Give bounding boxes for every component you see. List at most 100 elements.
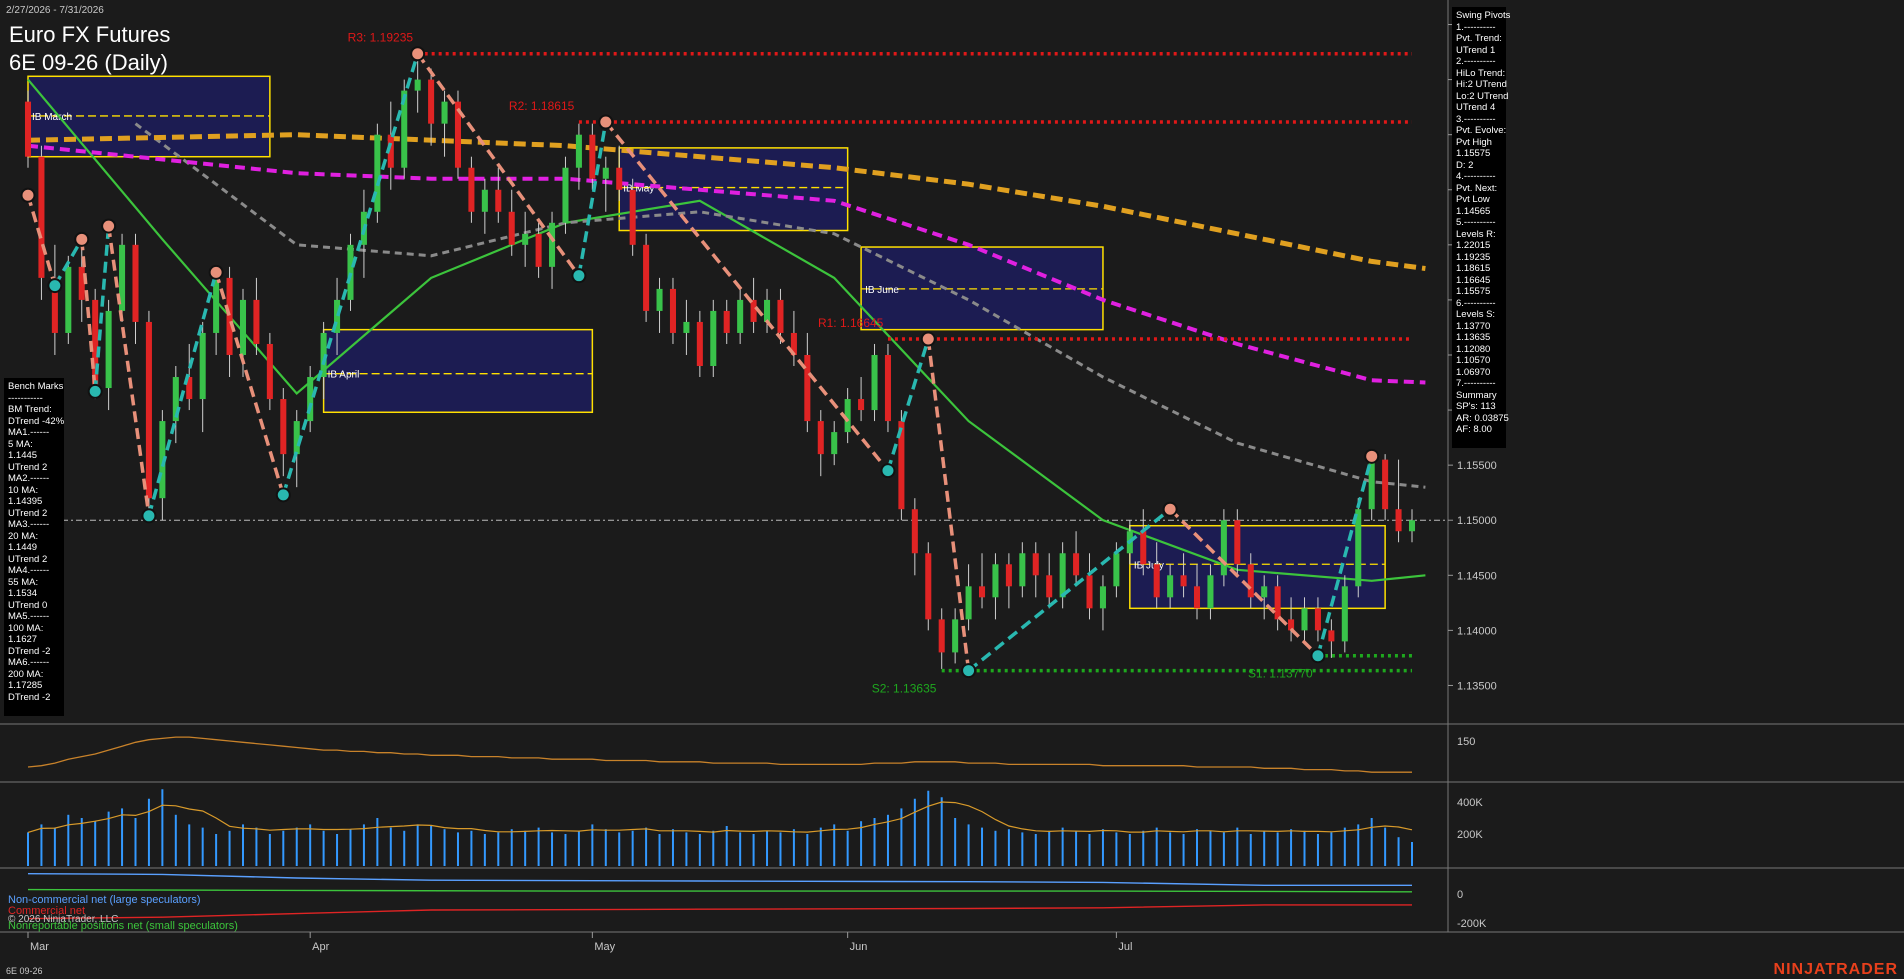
candle-body	[522, 233, 529, 245]
candle-body	[481, 189, 488, 212]
candle-body	[777, 299, 784, 333]
candle-body	[239, 299, 247, 355]
candle-body	[199, 332, 206, 400]
candle-body	[1073, 553, 1080, 576]
candle-body	[978, 586, 986, 598]
pivot-level-label: R1: 1.16645	[818, 316, 884, 330]
swing-pivot-marker	[880, 463, 896, 479]
candle-body	[1019, 553, 1026, 587]
swing-pivot-marker	[47, 278, 63, 294]
pivot-level-label: R2: 1.18615	[509, 99, 575, 113]
candle-body	[1005, 564, 1012, 587]
candle-body	[562, 167, 569, 223]
candle-body	[280, 399, 287, 455]
candle-body	[293, 421, 300, 455]
swing-pivot-marker	[598, 114, 614, 130]
price-chart[interactable]: IB MarchIB AprilIB MayIB JuneIB July R3:…	[0, 0, 1904, 979]
ib-box-label: IB June	[865, 285, 899, 296]
candle-body	[1046, 575, 1053, 598]
swing-pivot-marker	[101, 218, 117, 234]
pivot-level-label: S2: 1.13635	[872, 682, 937, 696]
candle-body	[817, 421, 824, 455]
candle-body	[1220, 520, 1227, 576]
swing-pivot-marker	[1162, 501, 1178, 517]
swing-pivot-marker	[74, 231, 90, 247]
candle-body	[549, 222, 556, 267]
x-tick-label: Jul	[1118, 941, 1132, 953]
candle-body	[669, 288, 676, 333]
cot-tick-label: 0	[1457, 889, 1463, 901]
candle-body	[1408, 520, 1416, 532]
candle-body	[1180, 575, 1187, 587]
x-tick-label: May	[594, 941, 615, 953]
candle-body	[495, 189, 502, 212]
benchmarks-panel: Bench Marks ----------- BM Trend: DTrend…	[4, 378, 64, 716]
y-tick-label: 1.15500	[1457, 460, 1497, 472]
candle-body	[226, 277, 233, 355]
swing-pivot-marker	[20, 187, 36, 203]
candle-body	[105, 310, 112, 389]
candle-body	[38, 156, 45, 278]
candle-body	[589, 134, 596, 179]
candle-body	[78, 266, 85, 300]
candle-body	[1395, 509, 1402, 532]
y-tick-label: 1.15000	[1457, 515, 1497, 527]
ib-box-label: IB April	[328, 370, 360, 381]
candle-body	[575, 134, 582, 168]
swing-pivot-marker	[920, 331, 936, 347]
candle-body	[683, 321, 690, 333]
candle-body	[911, 509, 918, 554]
candle-body	[737, 299, 744, 333]
candle-body	[643, 244, 650, 311]
candle-body	[804, 354, 811, 422]
candle-body	[468, 167, 475, 212]
volume-tick-label: 400K	[1457, 797, 1483, 809]
candle-body	[1113, 553, 1120, 587]
pivot-level-label: S1: 1.13770	[1248, 667, 1313, 681]
cot-tick-label: -200K	[1457, 918, 1487, 930]
legend-nonreportable: Nonreportable positions net (small specu…	[8, 920, 238, 932]
candle-body	[65, 266, 72, 333]
candle-body	[535, 233, 542, 267]
swing-pivot-marker	[275, 487, 291, 503]
ib-box	[322, 328, 594, 414]
candle-body	[656, 288, 663, 311]
candle-body	[764, 299, 771, 322]
candle-body	[1355, 509, 1362, 587]
candle-body	[1234, 520, 1241, 565]
swing-pivot-marker	[1310, 648, 1326, 664]
x-tick-label: Jun	[850, 941, 868, 953]
candle-body	[1193, 586, 1201, 609]
swing-pivot-marker	[571, 268, 587, 284]
swing-pivots-panel: Swing Pivots 1.---------- Pvt. Trend: UT…	[1452, 7, 1510, 448]
candle-body	[1341, 586, 1348, 642]
y-tick-label: 1.14000	[1457, 625, 1497, 637]
candle-body	[266, 343, 273, 400]
date-range: 2/27/2026 - 7/31/2026	[6, 5, 104, 16]
ib-box-label: IB March	[32, 112, 72, 123]
candle-body	[750, 299, 757, 322]
candle-body	[428, 79, 435, 124]
candle-body	[1059, 553, 1066, 598]
candle-body	[992, 564, 999, 598]
candle-body	[616, 167, 623, 190]
candle-body	[1301, 608, 1308, 631]
candle-body	[1274, 586, 1281, 620]
candle-body	[1099, 586, 1106, 609]
chart-title: Euro FX Futures	[9, 22, 170, 47]
candle-body	[374, 134, 381, 212]
x-tick-label: Mar	[30, 941, 49, 953]
swing-pivot-marker	[87, 383, 103, 399]
instrument-label: 6E 09-26	[6, 966, 43, 976]
candle-body	[441, 101, 448, 124]
chart-subtitle: 6E 09-26 (Daily)	[9, 50, 168, 75]
candle-body	[253, 299, 260, 344]
candle-body	[414, 79, 421, 91]
candle-body	[1207, 575, 1214, 609]
candle-body	[952, 619, 959, 653]
candle-body	[347, 244, 354, 300]
candle-body	[1140, 531, 1147, 565]
candle-body	[1314, 608, 1321, 631]
candle-body	[132, 244, 139, 322]
candle-body	[24, 101, 32, 157]
